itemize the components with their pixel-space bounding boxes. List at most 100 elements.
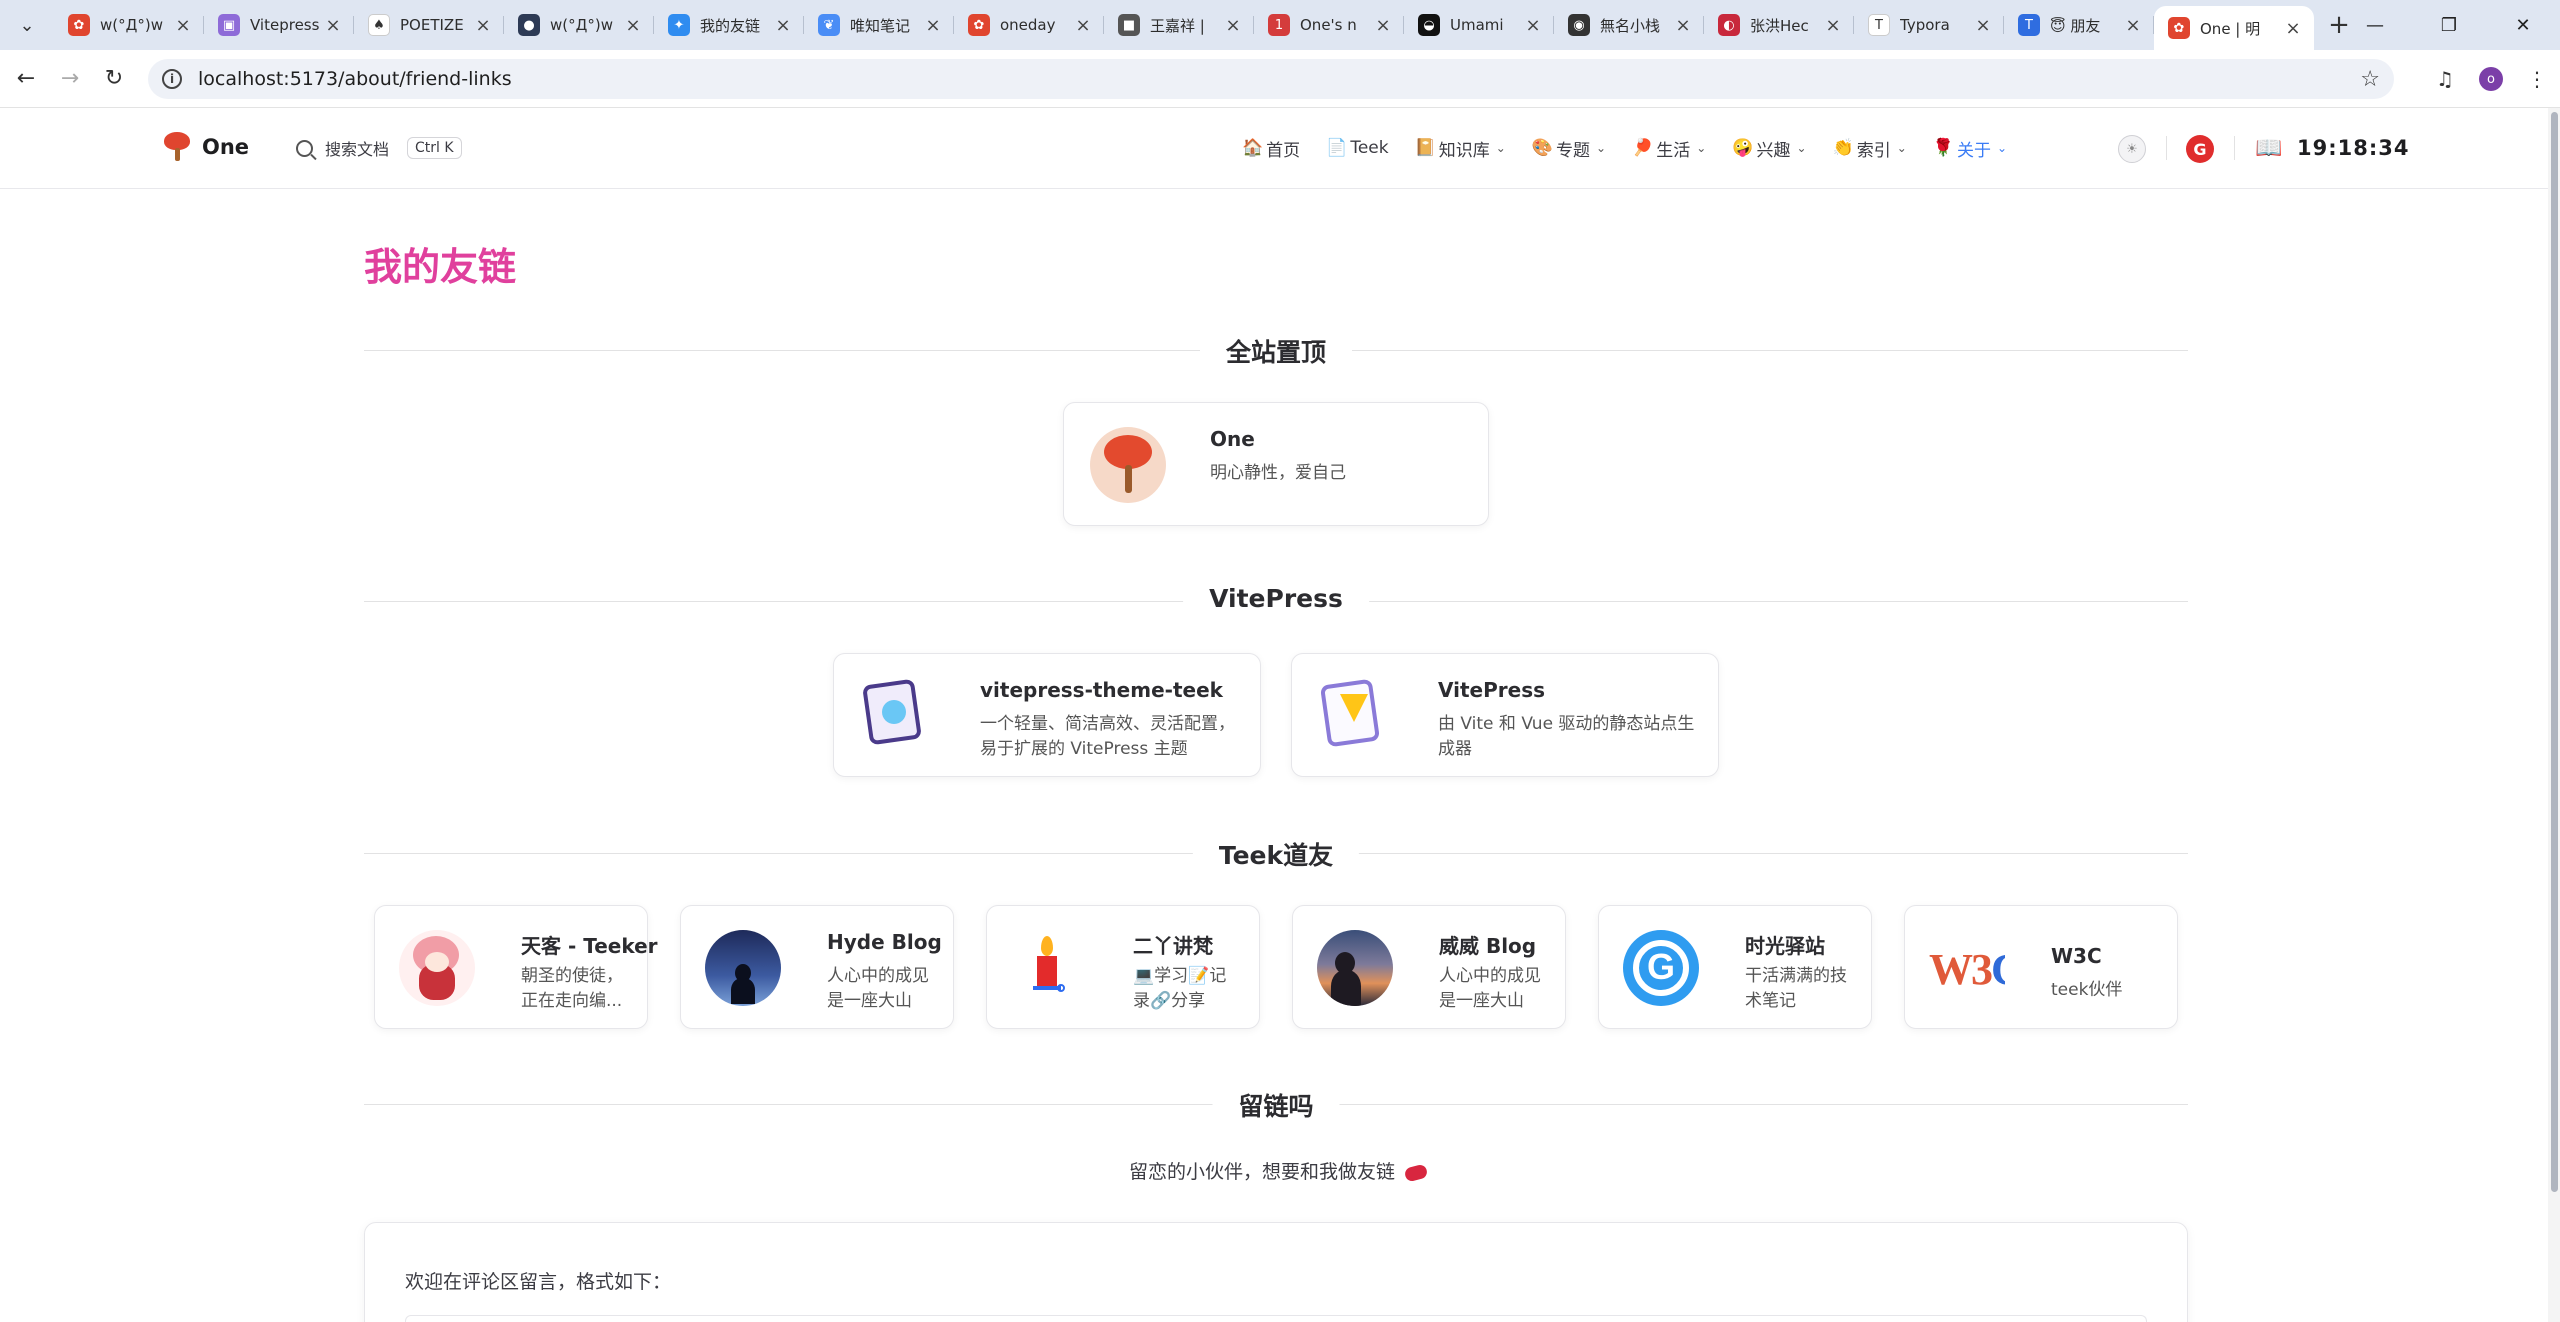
nav-item-icon: 🏠 [1242, 138, 1264, 158]
tab-close-icon[interactable]: × [1822, 15, 1844, 36]
nav-item[interactable]: 🌹 关于 ⌄ [1933, 136, 2007, 161]
tab-title: 唯知笔记 [850, 16, 911, 35]
browser-tab[interactable]: ✿ oneday × [954, 0, 1104, 50]
search-button[interactable]: 搜索文档 Ctrl K [296, 136, 462, 160]
brand-name: One [202, 135, 250, 159]
tab-close-icon[interactable]: × [472, 15, 494, 36]
tab-close-icon[interactable]: × [2122, 15, 2144, 36]
nav-item[interactable]: 🎨 专题 ⌄ [1532, 136, 1606, 161]
url-text[interactable]: localhost:5173/about/friend-links [198, 68, 512, 90]
nav-item[interactable]: 📔 知识库 ⌄ [1415, 136, 1506, 161]
friend-link-card[interactable]: G 时光驿站 干活满满的技术笔记 [1598, 905, 1872, 1029]
browser-tab[interactable]: ■ 王嘉祥 | × [1104, 0, 1254, 50]
arrow-right-icon: → [60, 66, 80, 91]
browser-tab[interactable]: ◉ 無名小栈 × [1554, 0, 1704, 50]
clock: 19:18:34 [2297, 136, 2410, 160]
address-bar[interactable]: i localhost:5173/about/friend-links ☆ [148, 59, 2394, 99]
tab-close-icon[interactable]: × [172, 15, 194, 36]
friend-link-card[interactable]: VitePress 由 Vite 和 Vue 驱动的静态站点生成器 [1291, 653, 1719, 777]
tab-favicon-icon: ◐ [1718, 14, 1740, 36]
friend-desc: 人心中的成见是一座大山 [827, 966, 929, 1011]
browser-tab[interactable]: ◐ 张洪Hec × [1704, 0, 1854, 50]
browser-tab[interactable]: ✿ One | 明 × [2154, 6, 2314, 50]
friend-avatar: G [1623, 930, 1699, 1006]
theme-toggle-button[interactable]: ☀ [2118, 135, 2146, 163]
tab-close-icon[interactable]: × [2282, 18, 2304, 39]
minimize-button[interactable]: — [2338, 0, 2412, 50]
tab-title: One's n [1300, 16, 1357, 34]
format-code-block [405, 1315, 2147, 1322]
friend-avatar [860, 678, 936, 754]
friend-link-card[interactable]: vitepress-theme-teek 一个轻量、简洁高效、灵活配置，易于扩展的… [833, 653, 1261, 777]
media-control-icon[interactable]: ♫ [2422, 67, 2468, 91]
tab-close-icon[interactable]: × [1222, 15, 1244, 36]
friend-link-card[interactable]: W3C W3C teek伙伴 [1904, 905, 2178, 1029]
comment-intro: 欢迎在评论区留言，格式如下： [405, 1271, 672, 1293]
back-button[interactable]: ← [4, 57, 48, 101]
tab-close-icon[interactable]: × [1972, 15, 1994, 36]
restore-button[interactable]: ❐ [2412, 0, 2486, 50]
browser-tab[interactable]: ♠ POETIZE × [354, 0, 504, 50]
browser-tab[interactable]: ● w(°Д°)w × [504, 0, 654, 50]
nav-item[interactable]: 🏓 生活 ⌄ [1632, 136, 1706, 161]
site-brand[interactable]: One [162, 132, 249, 162]
chevron-down-icon: ⌄ [1495, 141, 1506, 155]
nav-item-icon: 👏 [1832, 138, 1854, 158]
reload-button[interactable]: ↻ [92, 57, 136, 101]
friend-link-card[interactable]: Hyde Blog 人心中的成见是一座大山 [680, 905, 954, 1029]
invite-text: 留恋的小伙伴，想要和我做友链 [1128, 1161, 1395, 1183]
browser-tab[interactable]: T Typora × [1854, 0, 2004, 50]
friend-link-card[interactable]: 天客 - Teeker 朝圣的使徒，正在走向编... [374, 905, 658, 1029]
browser-tab[interactable]: ◒ Umami × [1404, 0, 1554, 50]
nav-item[interactable]: 👏 索引 ⌄ [1833, 136, 1907, 161]
nav-item-label: 索引 [1856, 140, 1891, 161]
site-info-icon[interactable]: i [162, 69, 182, 89]
tab-search-button[interactable]: ⌄ [10, 8, 44, 42]
tree-logo-icon [162, 132, 192, 162]
browser-tab[interactable]: ✿ w(°Д°)w × [54, 0, 204, 50]
friend-desc: teek伙伴 [2051, 980, 2123, 1000]
friend-link-card[interactable]: 威威 Blog 人心中的成见是一座大山 [1292, 905, 1566, 1029]
profile-avatar[interactable]: o [2479, 67, 2503, 91]
github-g-icon[interactable]: G [2186, 135, 2214, 163]
toolbar-actions: ♫ o ⋮ [2422, 50, 2560, 108]
nav-item[interactable]: 🤪 兴趣 ⌄ [1732, 136, 1806, 161]
tab-close-icon[interactable]: × [322, 15, 344, 36]
nav-divider [2234, 136, 2235, 160]
tab-close-icon[interactable]: × [1522, 15, 1544, 36]
tab-favicon-icon: ♠ [368, 14, 390, 36]
browser-tab[interactable]: ❦ 唯知笔记 × [804, 0, 954, 50]
friend-name: 威威 Blog [1439, 934, 1537, 958]
invite-text-row: 留恋的小伙伴，想要和我做友链 [0, 1157, 2556, 1184]
browser-tab[interactable]: ✦ 我的友链 × [654, 0, 804, 50]
tab-close-icon[interactable]: × [1672, 15, 1694, 36]
friend-link-card[interactable]: One 明心静性，爱自己 [1063, 402, 1489, 526]
friend-link-card[interactable]: 二丫讲梵 💻学习📝记录🔗分享 [986, 905, 1260, 1029]
browser-tab[interactable]: T 😇 朋友 × [2004, 0, 2154, 50]
browser-tab[interactable]: ▣ Vitepress × [204, 0, 354, 50]
page-title: 我的友链 [364, 245, 517, 289]
book-open-icon[interactable]: 📖 [2255, 136, 2282, 161]
browser-menu-icon[interactable]: ⋮ [2514, 67, 2560, 91]
nav-item[interactable]: 📄 Teek [1326, 138, 1388, 158]
tab-close-icon[interactable]: × [1072, 15, 1094, 36]
chevron-down-icon: ⌄ [1996, 141, 2008, 155]
browser-tab[interactable]: 1 One's n × [1254, 0, 1404, 50]
tab-title: 無名小栈 [1600, 16, 1661, 35]
tab-title: oneday [1000, 16, 1056, 34]
tab-favicon-icon: 1 [1268, 14, 1290, 36]
tab-close-icon[interactable]: × [772, 15, 794, 36]
nav-item[interactable]: 🏠 首页 [1242, 136, 1300, 161]
close-window-button[interactable]: ✕ [2486, 0, 2560, 50]
tab-close-icon[interactable]: × [1372, 15, 1394, 36]
tab-close-icon[interactable]: × [622, 15, 644, 36]
sun-icon: ☀ [2126, 141, 2138, 157]
window-controls: — ❐ ✕ [2338, 0, 2560, 50]
scrollbar-thumb[interactable] [2551, 112, 2558, 1192]
tab-close-icon[interactable]: × [922, 15, 944, 36]
friend-name: VitePress [1438, 678, 1546, 702]
forward-button[interactable]: → [48, 57, 92, 101]
search-label: 搜索文档 [325, 140, 390, 159]
bookmark-star-icon[interactable]: ☆ [2360, 67, 2380, 92]
nav-item-icon: 🤪 [1732, 138, 1754, 158]
